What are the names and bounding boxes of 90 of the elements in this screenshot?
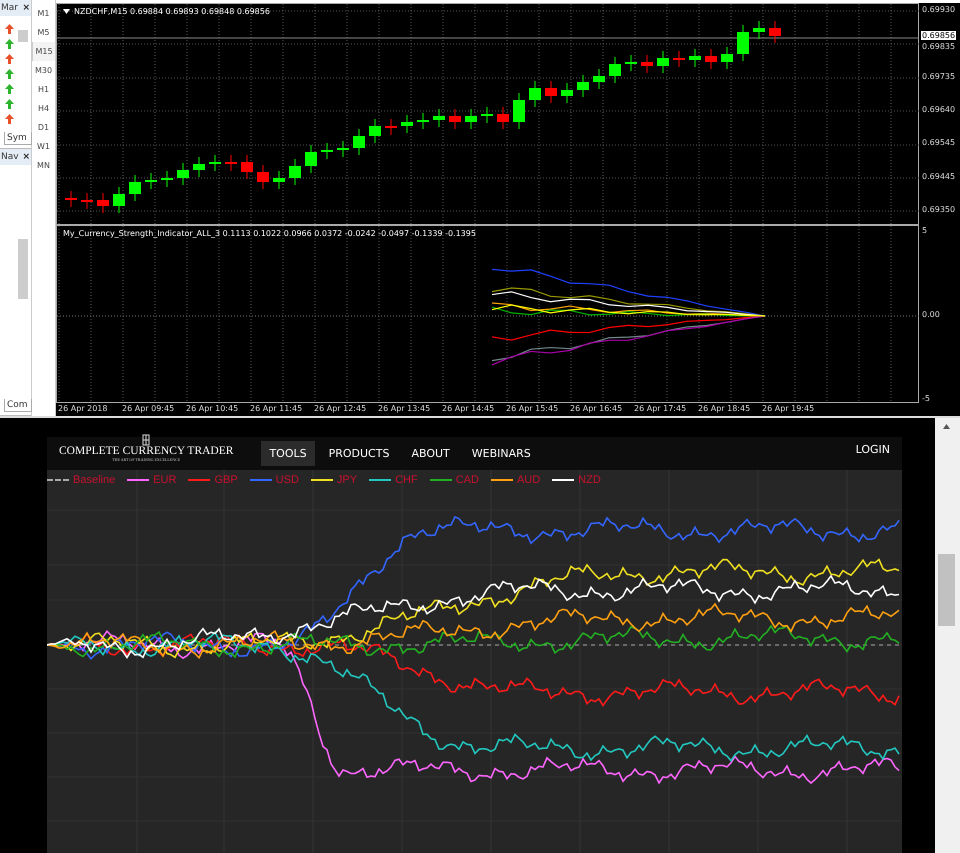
panel-tab[interactable]: Sym bbox=[4, 132, 32, 145]
time-label: 26 Apr 16:45 bbox=[570, 404, 622, 414]
candle bbox=[337, 140, 349, 158]
candle bbox=[113, 186, 125, 214]
candle bbox=[321, 142, 333, 160]
close-icon[interactable]: × bbox=[22, 152, 30, 162]
candle bbox=[465, 108, 477, 130]
candle bbox=[593, 68, 605, 90]
candle bbox=[705, 48, 717, 70]
candle bbox=[129, 174, 141, 202]
candle bbox=[257, 164, 269, 190]
candle bbox=[513, 92, 525, 130]
candle bbox=[625, 54, 637, 72]
scrollbar-thumb[interactable] bbox=[938, 554, 955, 626]
candle bbox=[273, 170, 285, 190]
candle bbox=[369, 118, 381, 144]
candle bbox=[641, 54, 653, 74]
time-label: 26 Apr 19:45 bbox=[762, 404, 814, 414]
candle bbox=[161, 170, 173, 188]
nav-link[interactable]: ABOUT bbox=[403, 441, 458, 466]
logo-text[interactable]: COMPLETE CURRENCY TRADER bbox=[59, 445, 234, 457]
candle bbox=[225, 154, 237, 172]
candle bbox=[241, 154, 253, 180]
scrollbar-thumb[interactable] bbox=[18, 239, 28, 299]
candle bbox=[433, 108, 445, 128]
candle bbox=[721, 46, 733, 70]
panel-title[interactable]: Nav bbox=[1, 152, 19, 162]
time-label: 26 Apr 10:45 bbox=[186, 404, 238, 414]
scrollbar-thumb[interactable] bbox=[18, 30, 28, 42]
candle bbox=[737, 24, 749, 62]
logo-icon bbox=[141, 434, 152, 446]
candle bbox=[193, 156, 205, 178]
candle bbox=[529, 80, 541, 108]
candle bbox=[753, 20, 765, 40]
price-label: 0.69930 bbox=[922, 5, 956, 14]
scale-label: -5 bbox=[922, 394, 930, 403]
candle bbox=[689, 48, 701, 68]
scroll-up-icon[interactable] bbox=[943, 424, 950, 429]
time-label: 26 Apr 15:45 bbox=[506, 404, 558, 414]
scale-label: 0.00 bbox=[922, 310, 940, 319]
price-label: 0.69545 bbox=[922, 138, 956, 148]
candle bbox=[561, 82, 573, 104]
nav-link[interactable]: WEBINARS bbox=[464, 441, 539, 466]
price-label: 0.69835 bbox=[922, 42, 956, 51]
time-label: 26 Apr 11:45 bbox=[250, 404, 302, 414]
time-label: 26 Apr 2018 bbox=[58, 404, 108, 414]
price-label: 0.69640 bbox=[922, 104, 956, 114]
login-link[interactable]: LOGIN bbox=[856, 443, 890, 456]
candle bbox=[545, 80, 557, 104]
close-icon[interactable]: × bbox=[22, 3, 30, 13]
price-label: 0.69735 bbox=[922, 72, 956, 81]
scale-label: 5 bbox=[922, 226, 928, 235]
time-label: 26 Apr 12:45 bbox=[314, 404, 366, 414]
indicator-title: My_Currency_Strength_Indicator_ALL_3 0.1113 0.1022 0.0966 0.0372 -0.0242 -0.0497 -0.1339 -0.1395 bbox=[63, 228, 476, 238]
candle bbox=[97, 192, 109, 214]
candle bbox=[305, 144, 317, 174]
candle bbox=[353, 128, 365, 156]
candle bbox=[177, 162, 189, 186]
chart-title: NZDCHF,M15 0.69884 0.69893 0.69848 0.69856 bbox=[63, 7, 270, 16]
price-label: 0.69350 bbox=[922, 204, 956, 214]
candle bbox=[401, 114, 413, 134]
candle bbox=[65, 190, 77, 208]
candle bbox=[497, 106, 509, 130]
candle bbox=[209, 154, 221, 172]
candle bbox=[81, 192, 93, 210]
candle bbox=[769, 20, 781, 44]
time-label: 26 Apr 17:45 bbox=[634, 404, 686, 414]
dropdown-icon[interactable] bbox=[63, 9, 70, 14]
timeframe-button[interactable]: M15 bbox=[32, 42, 55, 61]
candle bbox=[385, 118, 397, 136]
panel-tab[interactable]: Com bbox=[4, 399, 32, 412]
candle bbox=[449, 108, 461, 130]
nav-link[interactable]: TOOLS bbox=[261, 441, 315, 466]
candle bbox=[673, 50, 685, 68]
candle bbox=[481, 106, 493, 124]
nav-link[interactable]: PRODUCTS bbox=[320, 441, 398, 466]
panel-title[interactable]: Mar bbox=[1, 3, 18, 13]
price-label: 0.69445 bbox=[922, 172, 956, 180]
candle bbox=[145, 172, 157, 190]
time-label: 26 Apr 09:45 bbox=[122, 404, 174, 414]
time-label: 26 Apr 14:45 bbox=[442, 404, 494, 414]
candle bbox=[577, 74, 589, 98]
time-label: 26 Apr 13:45 bbox=[378, 404, 430, 414]
candle bbox=[609, 56, 621, 84]
candle bbox=[657, 50, 669, 74]
page-scrollbar[interactable] bbox=[935, 418, 960, 853]
current-price-label: 0.69856 bbox=[921, 31, 956, 40]
time-label: 26 Apr 18:45 bbox=[698, 404, 750, 414]
candle bbox=[289, 158, 301, 186]
candle bbox=[417, 112, 429, 130]
